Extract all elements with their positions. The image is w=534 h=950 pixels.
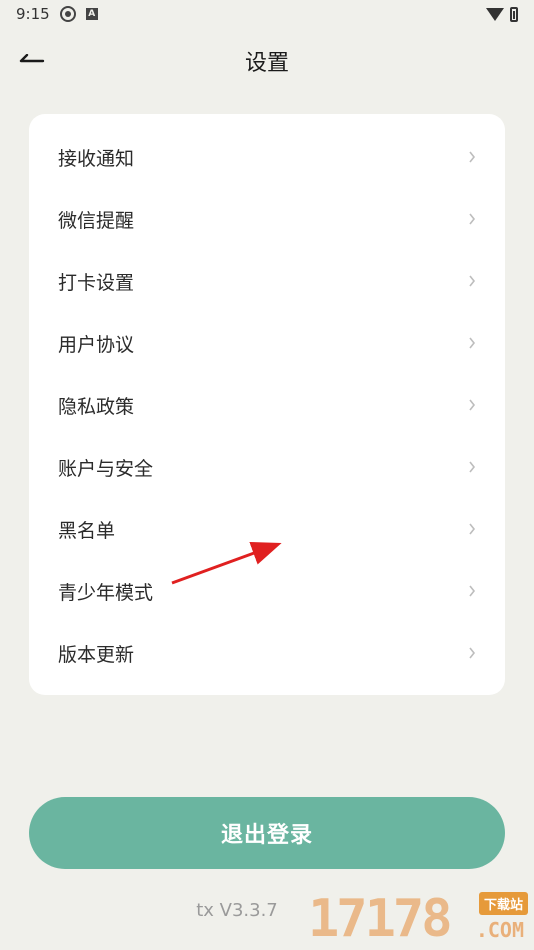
settings-item-privacy-policy[interactable]: 隐私政策 xyxy=(29,374,505,436)
notification-a-icon: A xyxy=(85,8,98,20)
watermark-digits: 17178 xyxy=(308,889,453,949)
chevron-right-icon xyxy=(469,151,476,163)
chevron-right-icon xyxy=(469,213,476,225)
settings-item-label: 隐私政策 xyxy=(58,395,135,418)
chevron-right-icon xyxy=(469,461,476,473)
settings-item-version-update[interactable]: 版本更新 xyxy=(29,622,505,684)
back-button[interactable] xyxy=(14,46,50,76)
battery-icon xyxy=(510,6,518,22)
settings-item-label: 账户与安全 xyxy=(58,457,154,480)
settings-item-checkin-settings[interactable]: 打卡设置 xyxy=(29,250,505,312)
settings-item-wechat-reminder[interactable]: 微信提醒 xyxy=(29,188,505,250)
status-bar: 9:15 A xyxy=(0,0,534,28)
chevron-right-icon xyxy=(469,523,476,535)
watermark-logo: 17178 下载站 .COM xyxy=(308,888,530,950)
settings-item-user-agreement[interactable]: 用户协议 xyxy=(29,312,505,374)
sync-icon xyxy=(59,6,76,22)
settings-item-account-security[interactable]: 账户与安全 xyxy=(29,436,505,498)
settings-card: 接收通知 微信提醒 打卡设置 用户协议 隐私政策 账户与安全 黑名单 青少年模式… xyxy=(29,114,505,695)
chevron-right-icon xyxy=(469,647,476,659)
settings-item-label: 微信提醒 xyxy=(58,209,135,232)
settings-item-label: 打卡设置 xyxy=(58,271,135,294)
chevron-right-icon xyxy=(469,337,476,349)
back-arrow-icon xyxy=(19,54,45,63)
wifi-icon xyxy=(486,7,504,21)
settings-item-label: 黑名单 xyxy=(58,519,116,542)
chevron-right-icon xyxy=(469,275,476,287)
logout-button[interactable]: 退出登录 xyxy=(29,797,505,869)
settings-item-youth-mode[interactable]: 青少年模式 xyxy=(29,560,505,622)
chevron-right-icon xyxy=(469,399,476,411)
status-time: 9:15 xyxy=(16,5,50,23)
settings-item-receive-notifications[interactable]: 接收通知 xyxy=(29,126,505,188)
settings-item-label: 版本更新 xyxy=(58,643,135,666)
watermark-suffix: .COM xyxy=(475,918,524,942)
settings-item-label: 用户协议 xyxy=(58,333,135,356)
watermark-badge: 下载站 xyxy=(478,892,528,915)
page-title: 设置 xyxy=(244,51,289,76)
nav-bar: 设置 xyxy=(0,36,534,86)
settings-item-label: 接收通知 xyxy=(58,147,135,170)
chevron-right-icon xyxy=(469,585,476,597)
settings-item-blacklist[interactable]: 黑名单 xyxy=(29,498,505,560)
settings-item-label: 青少年模式 xyxy=(58,581,154,604)
